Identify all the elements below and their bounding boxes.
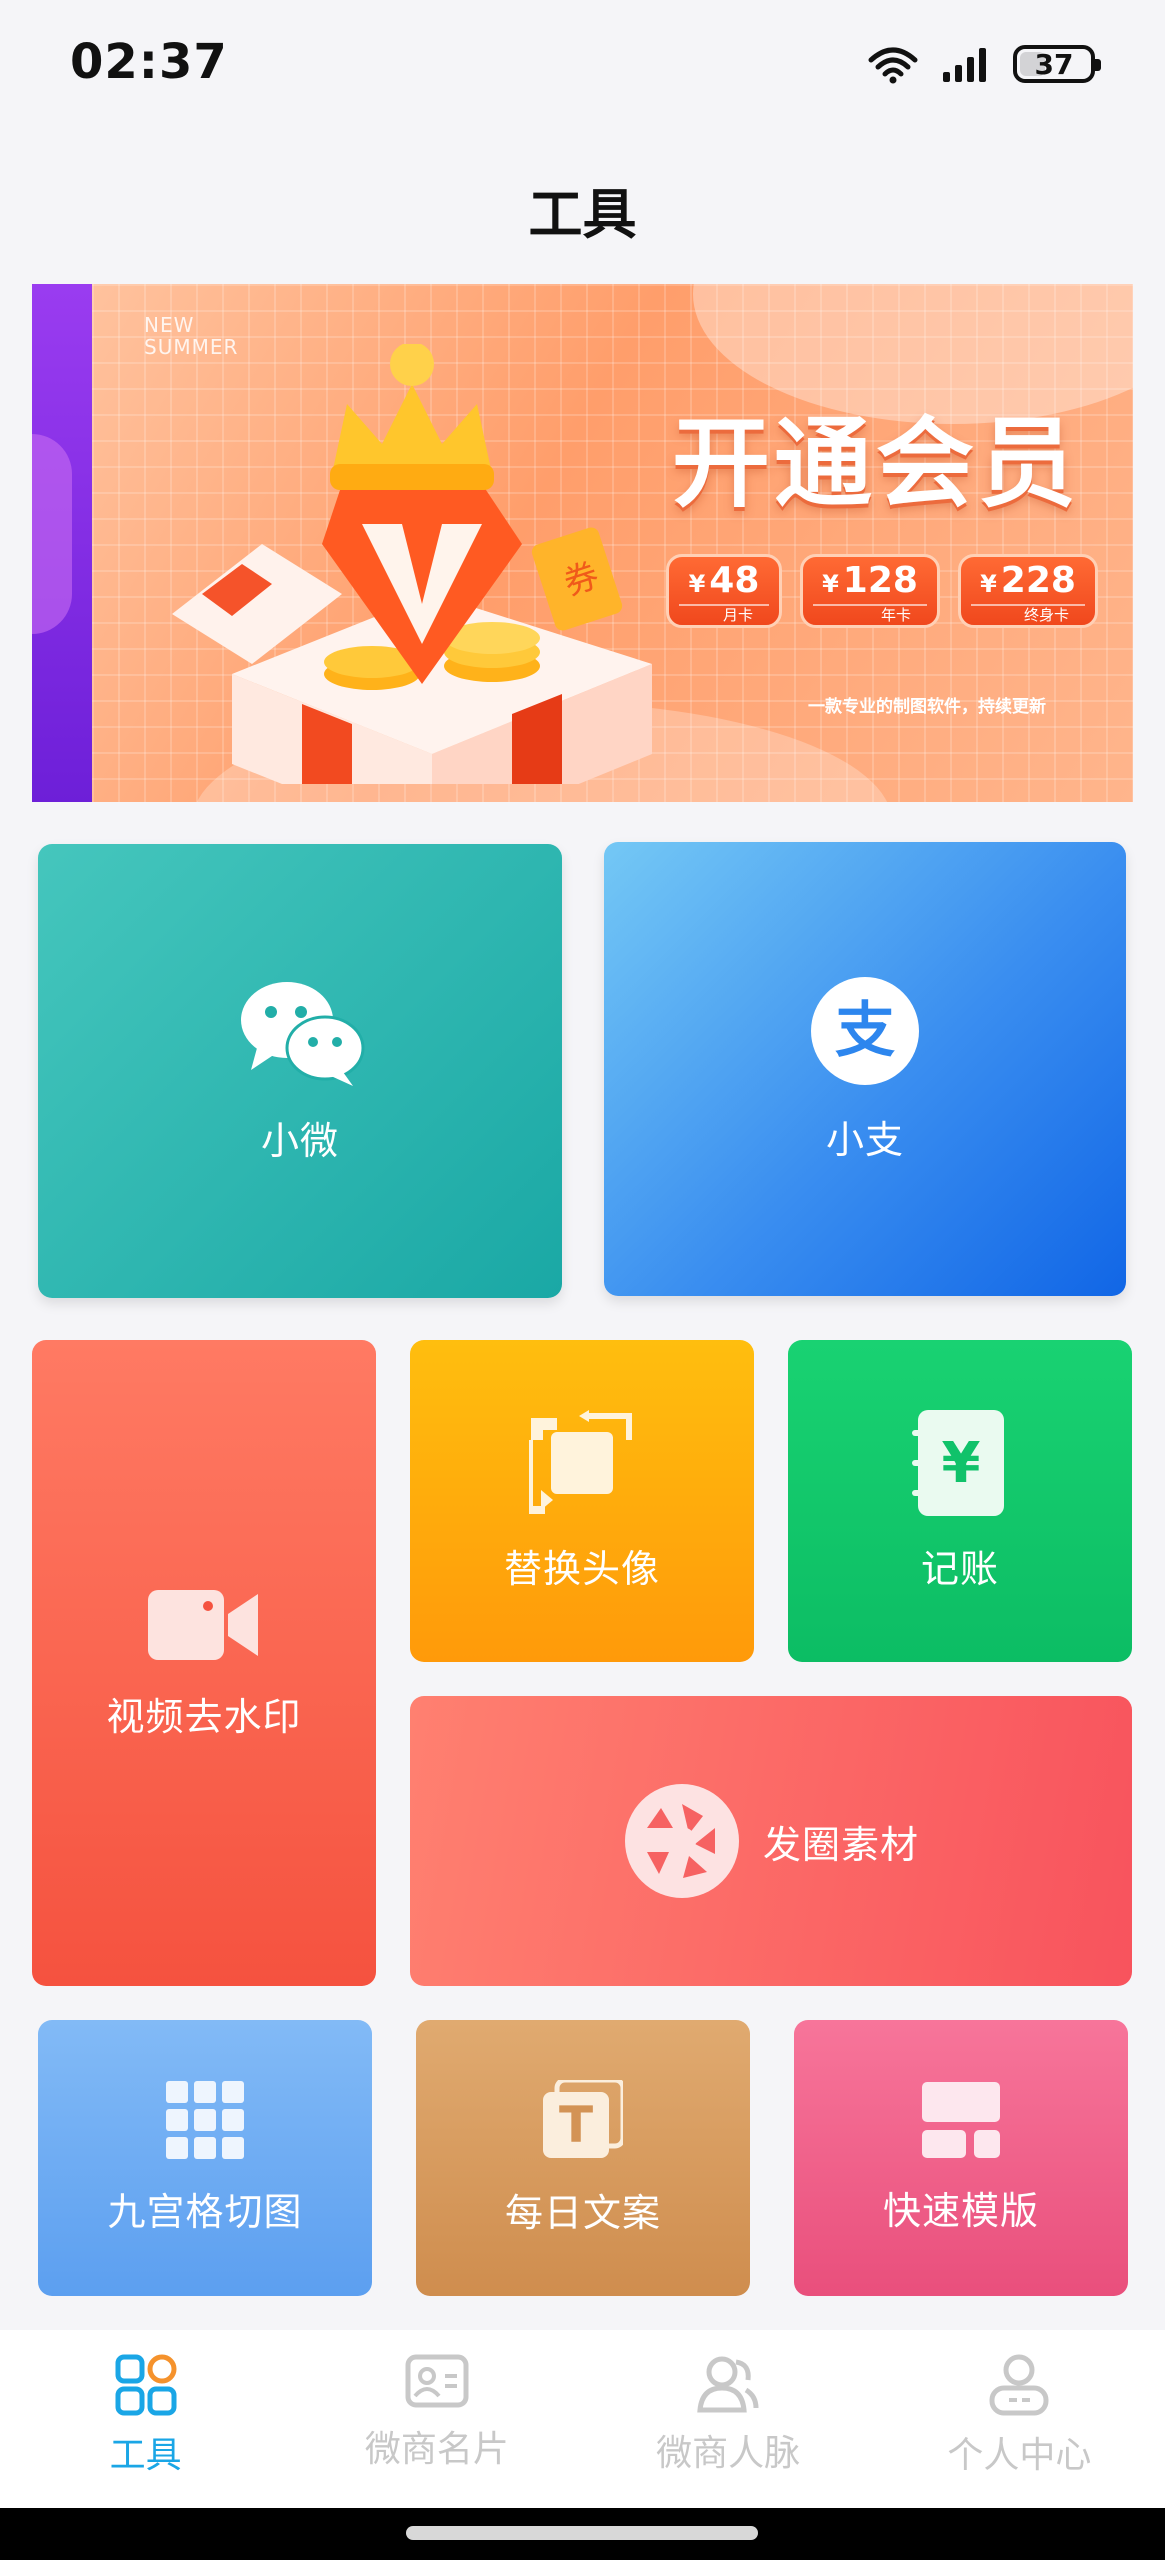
currency-symbol: ¥: [822, 570, 839, 598]
price-label: 年卡: [813, 604, 927, 624]
tile-swap-avatar[interactable]: 替换头像: [410, 1340, 754, 1662]
tile-moments-material[interactable]: 发圈素材: [410, 1696, 1132, 1986]
tile-alipay[interactable]: 支 小支: [604, 842, 1126, 1296]
tools-icon: [115, 2354, 177, 2416]
tile-label: 小微: [260, 1118, 339, 1163]
price-amount: 128: [842, 560, 918, 601]
tile-label: 视频去水印: [106, 1694, 302, 1739]
contacts-icon: [697, 2356, 759, 2413]
wechat-icon: [241, 981, 365, 1086]
card-icon: [405, 2354, 469, 2408]
price-label: 月卡: [679, 604, 769, 624]
tab-profile[interactable]: 个人中心: [874, 2330, 1165, 2508]
alipay-glyph: 支: [835, 996, 895, 1066]
price-label: 终身卡: [971, 604, 1085, 624]
tile-label: 每日文案: [504, 2190, 661, 2235]
tile-label: 发圈素材: [762, 1822, 919, 1867]
tab-label: 微商人脉: [656, 2433, 801, 2474]
tile-video-watermark[interactable]: 视频去水印: [32, 1340, 376, 1986]
price-list: ¥48 月卡 ¥128 年卡 ¥228 终身卡: [666, 554, 1098, 628]
battery-level: 37: [1034, 47, 1074, 81]
page-title: 工具: [528, 183, 637, 246]
template-icon: [922, 2081, 1000, 2158]
bottom-tab-bar: 工具 微商名片 微商人脉 个人中心: [0, 2330, 1165, 2508]
swap-icon: [529, 1409, 632, 1514]
status-bar: 02:37 37: [0, 0, 1165, 130]
home-indicator[interactable]: [406, 2526, 758, 2540]
wifi-icon: [868, 47, 918, 84]
tab-label: 微商名片: [364, 2429, 509, 2470]
tab-business-card[interactable]: 微商名片: [291, 2330, 582, 2508]
tile-label: 快速模版: [882, 2188, 1039, 2233]
ledger-icon: ¥: [912, 1409, 1004, 1516]
banner-headline: 开通会员: [672, 407, 1081, 521]
status-time: 02:37: [70, 34, 228, 90]
shutter-icon: [624, 1784, 739, 1898]
tile-daily-copy[interactable]: T 每日文案: [416, 2020, 750, 2296]
tab-label: 工具: [109, 2435, 182, 2476]
tile-accounting[interactable]: ¥ 记账: [788, 1340, 1132, 1662]
alipay-icon: 支: [811, 976, 919, 1085]
tab-tools[interactable]: 工具: [0, 2330, 291, 2508]
price-yearly[interactable]: ¥128 年卡: [800, 554, 940, 628]
price-monthly[interactable]: ¥48 月卡: [666, 554, 782, 628]
tile-label: 九宫格切图: [107, 2189, 303, 2234]
yen-glyph: ¥: [942, 1431, 981, 1496]
tile-label: 小支: [825, 1117, 904, 1162]
video-camera-icon: [148, 1589, 258, 1660]
currency-symbol: ¥: [980, 570, 997, 598]
banner-subtitle: 一款专业的制图软件，持续更新: [808, 697, 1046, 717]
tile-wechat[interactable]: 小微: [38, 844, 562, 1298]
price-lifetime[interactable]: ¥228 终身卡: [958, 554, 1098, 628]
status-icons: 37: [867, 44, 1101, 84]
battery-indicator: 37: [1013, 45, 1101, 83]
grid-icon: [166, 2080, 244, 2159]
signal-icon: [943, 48, 986, 82]
gift-box-crown-icon: 券: [172, 344, 652, 784]
tile-quick-template[interactable]: 快速模版: [794, 2020, 1128, 2296]
tile-label: 记账: [920, 1546, 999, 1591]
currency-symbol: ¥: [688, 570, 706, 598]
profile-icon: [989, 2354, 1049, 2416]
text-glyph: T: [559, 2096, 593, 2154]
tile-label: 替换头像: [503, 1546, 660, 1591]
tab-label: 个人中心: [947, 2435, 1092, 2476]
tab-contacts[interactable]: 微商人脉: [583, 2330, 874, 2508]
price-amount: 228: [1000, 560, 1076, 601]
price-amount: 48: [709, 560, 760, 601]
membership-banner[interactable]: NEW SUMMER 券 开通会员 ¥48 月卡 ¥128 年卡 ¥ 228 终…: [32, 284, 1133, 802]
banner-prev-slide: [32, 284, 92, 802]
text-icon: T: [543, 2079, 623, 2158]
tile-nine-grid[interactable]: 九宫格切图: [38, 2020, 372, 2296]
